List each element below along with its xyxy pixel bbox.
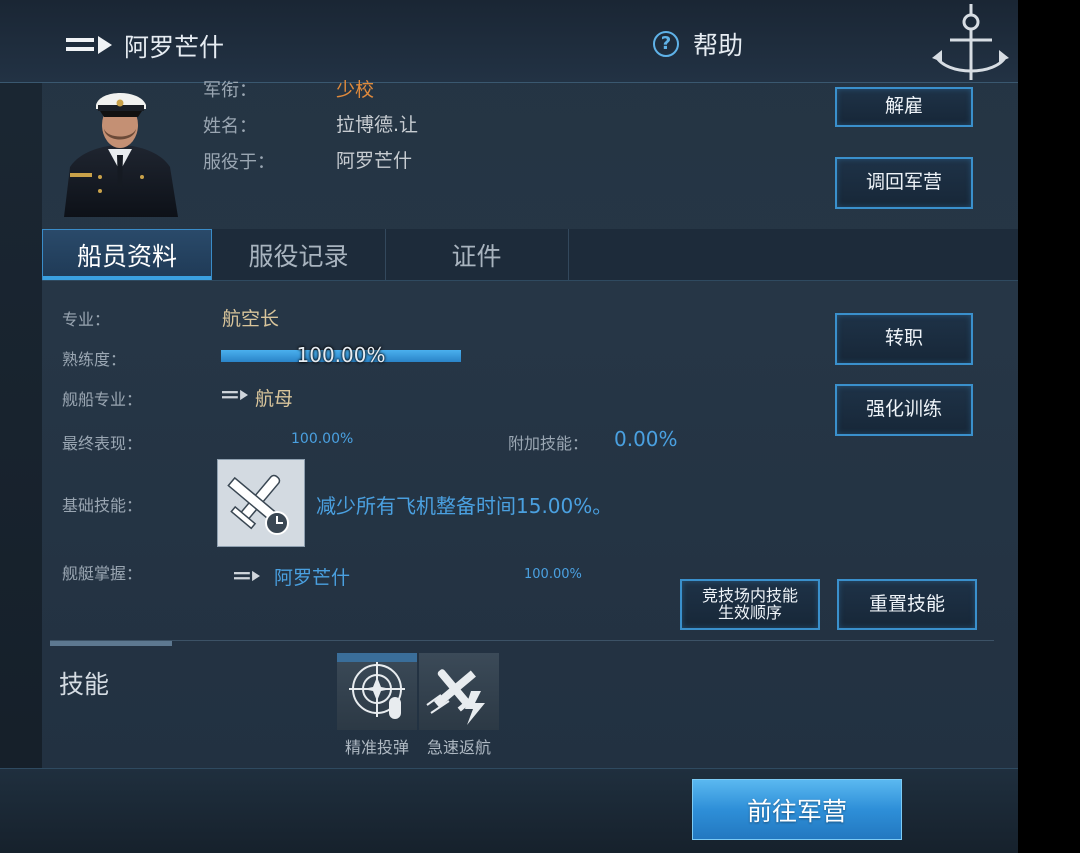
ship-mastery-ship: 阿罗芒什 bbox=[274, 567, 351, 589]
proficiency-text: 100.00% bbox=[296, 343, 386, 367]
arena-skill-order-line2: 生效顺序 bbox=[717, 602, 782, 622]
name-value: 拉博德.让 bbox=[336, 114, 419, 136]
aircraft-icon bbox=[218, 460, 304, 546]
tab-crew-info[interactable]: 船员资料 bbox=[42, 229, 212, 280]
officer-portrait bbox=[64, 93, 178, 217]
extra-skill-value: 0.00% bbox=[614, 427, 678, 451]
mastery-ship-icon bbox=[234, 570, 260, 582]
section-divider-accent bbox=[50, 641, 172, 646]
specialty-label: 专业： bbox=[62, 310, 111, 329]
serve-label: 服役于： bbox=[203, 152, 275, 173]
carrier-type-icon bbox=[222, 389, 248, 401]
skill-tile-rapid-return[interactable] bbox=[419, 653, 499, 730]
rank-label: 军衔： bbox=[203, 80, 257, 101]
help-icon: ? bbox=[653, 31, 679, 57]
ship-mastery-value: 100.00% bbox=[524, 567, 582, 582]
rapid-return-icon bbox=[426, 669, 485, 725]
tab-service-record[interactable]: 服役记录 bbox=[212, 229, 386, 280]
base-skill-icon-box[interactable] bbox=[218, 460, 304, 546]
ship-specialty-value: 航母 bbox=[255, 388, 294, 410]
go-to-barracks-button[interactable]: 前往军营 bbox=[692, 779, 902, 840]
left-strip bbox=[0, 0, 42, 853]
precision-bombing-icon bbox=[349, 661, 405, 719]
change-job-button[interactable]: 转职 bbox=[835, 313, 973, 365]
section-divider bbox=[50, 640, 994, 641]
arena-skill-order-line1: 竞技场内技能 bbox=[701, 585, 798, 605]
specialty-value: 航空长 bbox=[222, 308, 280, 330]
ship-mastery-label: 舰艇掌握： bbox=[62, 564, 143, 583]
tab-bar: 船员资料 服役记录 证件 bbox=[42, 229, 1018, 281]
name-label: 姓名： bbox=[203, 116, 257, 137]
screen: 阿罗芒什 ? 帮助 军衔： 少校 姓名： 拉博德.让 服役于： 阿罗芒什 解雇 … bbox=[0, 0, 1018, 853]
reset-skills-button[interactable]: 重置技能 bbox=[837, 579, 977, 630]
skill-name-precision-bombing: 精准投弹 bbox=[344, 738, 409, 757]
serve-value: 阿罗芒什 bbox=[336, 150, 413, 172]
base-skill-description: 减少所有飞机整备时间15.00%。 bbox=[316, 494, 613, 518]
dismiss-button[interactable]: 解雇 bbox=[835, 87, 973, 127]
page-title: 阿罗芒什 bbox=[124, 33, 225, 62]
enhanced-training-button[interactable]: 强化训练 bbox=[835, 384, 973, 436]
rank-value: 少校 bbox=[336, 79, 375, 101]
proficiency-label: 熟练度： bbox=[62, 350, 127, 369]
skill-tile-precision-bombing[interactable] bbox=[337, 653, 417, 730]
ship-type-icon bbox=[66, 36, 112, 54]
top-bar: 阿罗芒什 ? 帮助 bbox=[0, 0, 1018, 83]
anchor-icon[interactable] bbox=[928, 0, 1013, 86]
tab-certificates[interactable]: 证件 bbox=[385, 229, 569, 280]
help-button[interactable]: ? 帮助 bbox=[653, 28, 743, 60]
ship-specialty-label: 舰船专业： bbox=[62, 390, 143, 409]
skill-name-rapid-return: 急速返航 bbox=[426, 738, 491, 757]
skill-tile-accent bbox=[337, 653, 417, 662]
final-performance-label: 最终表现： bbox=[62, 434, 143, 453]
help-label: 帮助 bbox=[693, 31, 744, 60]
final-performance-value: 100.00% bbox=[291, 431, 354, 447]
extra-skill-label: 附加技能： bbox=[508, 434, 589, 453]
arena-skill-order-button[interactable]: 竞技场内技能 生效顺序 bbox=[680, 579, 820, 630]
skills-title: 技能 bbox=[59, 670, 110, 699]
recall-button[interactable]: 调回军营 bbox=[835, 157, 973, 209]
base-skill-label: 基础技能： bbox=[62, 496, 143, 515]
